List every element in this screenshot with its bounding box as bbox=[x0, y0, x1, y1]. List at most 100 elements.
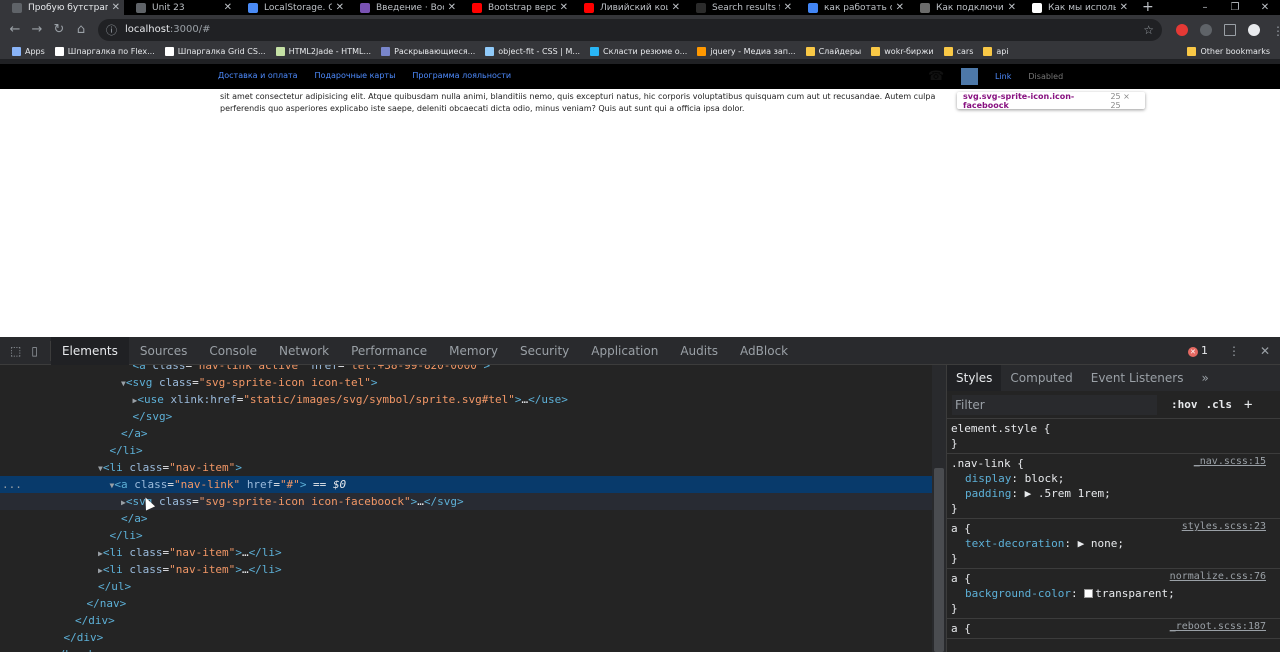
style-property[interactable]: padding: ▶ .5rem 1rem; bbox=[951, 486, 1276, 501]
new-tab-button[interactable]: + bbox=[1132, 0, 1164, 15]
bookmark-item[interactable]: api bbox=[983, 47, 1009, 56]
dom-node-line[interactable]: </nav> bbox=[0, 595, 932, 612]
browser-tab[interactable]: Ливийский кош ✕ bbox=[572, 0, 684, 15]
error-counter[interactable]: ✕ 1 bbox=[1187, 344, 1208, 357]
dom-node-line[interactable]: </div> bbox=[0, 612, 932, 629]
browser-tab[interactable]: Пробую бутстрап ✕ bbox=[0, 0, 124, 15]
style-rule[interactable]: element.style {} bbox=[947, 419, 1280, 454]
tab-close-icon[interactable]: ✕ bbox=[1120, 2, 1128, 13]
dom-node-line[interactable]: </li> bbox=[0, 527, 932, 544]
tab-close-icon[interactable]: ✕ bbox=[784, 2, 792, 13]
reload-icon[interactable]: ↻ bbox=[48, 19, 70, 41]
elements-scrollbar[interactable] bbox=[932, 365, 946, 652]
property-name[interactable]: padding bbox=[965, 487, 1011, 500]
bookmark-item[interactable]: jquery - Медиа зап... bbox=[697, 47, 796, 56]
home-icon[interactable]: ⌂ bbox=[70, 19, 92, 41]
bookmark-item[interactable]: object-fit - CSS | M... bbox=[485, 47, 580, 56]
devtools-tab-sources[interactable]: Sources bbox=[129, 337, 198, 365]
bookmark-item[interactable]: wokr-биржи bbox=[871, 47, 934, 56]
back-icon[interactable]: ← bbox=[4, 19, 26, 41]
tab-event-listeners[interactable]: Event Listeners bbox=[1082, 365, 1193, 391]
window-close-icon[interactable]: ✕ bbox=[1250, 0, 1280, 15]
devtools-tab-application[interactable]: Application bbox=[580, 337, 669, 365]
property-value[interactable]: ▶ none; bbox=[1078, 537, 1124, 550]
nav-link-gift-cards[interactable]: Подарочные карты bbox=[315, 71, 396, 80]
devtools-tab-console[interactable]: Console bbox=[198, 337, 268, 365]
bookmark-star-icon[interactable]: ☆ bbox=[1143, 23, 1154, 37]
bookmark-item[interactable]: Слайдеры bbox=[805, 47, 861, 56]
bookmark-item[interactable]: Apps bbox=[12, 47, 45, 56]
dom-node-line[interactable]: ▶<svg class="svg-sprite-icon icon-facebo… bbox=[0, 493, 932, 510]
browser-tab[interactable]: как работать с svg ✕ bbox=[796, 0, 908, 15]
dom-node-line[interactable]: </svg> bbox=[0, 408, 932, 425]
forward-icon[interactable]: → bbox=[26, 19, 48, 41]
address-bar[interactable]: ⓘ localhost:3000/# ☆ bbox=[98, 18, 1162, 41]
devtools-tab-network[interactable]: Network bbox=[268, 337, 340, 365]
phone-icon[interactable]: ☎ bbox=[928, 69, 944, 84]
info-icon[interactable]: ⓘ bbox=[106, 22, 117, 38]
hov-toggle[interactable]: :hov bbox=[1171, 398, 1198, 411]
extension-icon[interactable] bbox=[1200, 23, 1212, 36]
bookmark-item[interactable]: HTML2Jade - HTML... bbox=[275, 47, 371, 56]
devtools-tab-elements[interactable]: Elements bbox=[50, 336, 129, 365]
menu-icon[interactable]: ⋮ bbox=[1272, 24, 1280, 38]
dom-node-line[interactable]: </a> bbox=[0, 425, 932, 442]
style-rule[interactable]: a {styles.scss:23 text-decoration: ▶ none… bbox=[947, 519, 1280, 569]
devtools-tab-audits[interactable]: Audits bbox=[669, 337, 729, 365]
elements-tree[interactable]: <a class="nav-link active" href="tel:+38… bbox=[0, 365, 932, 652]
maximize-icon[interactable]: ❐ bbox=[1220, 0, 1250, 15]
more-tabs-icon[interactable]: » bbox=[1192, 365, 1217, 391]
bookmark-item[interactable]: Шпаргалка по Flex... bbox=[54, 47, 155, 56]
tab-close-icon[interactable]: ✕ bbox=[448, 2, 456, 13]
tab-close-icon[interactable]: ✕ bbox=[560, 2, 568, 13]
browser-tab[interactable]: Bootstrap верстка (✕ bbox=[460, 0, 572, 15]
tab-close-icon[interactable]: ✕ bbox=[112, 2, 120, 13]
devtools-close-icon[interactable]: ✕ bbox=[1260, 344, 1270, 358]
dom-node-line[interactable]: ▼<a class="nav-link" href="#"> == $0... bbox=[0, 476, 932, 493]
scrollbar-thumb[interactable] bbox=[934, 468, 944, 652]
tab-styles[interactable]: Styles bbox=[947, 365, 1002, 391]
dom-node-line[interactable]: </div> bbox=[0, 629, 932, 646]
property-value[interactable]: transparent; bbox=[1095, 587, 1174, 600]
profile-avatar[interactable] bbox=[1248, 23, 1260, 36]
tab-computed[interactable]: Computed bbox=[1001, 365, 1081, 391]
bookmark-item[interactable]: Раскрывающиеся... bbox=[381, 47, 475, 56]
cls-toggle[interactable]: .cls bbox=[1206, 398, 1233, 411]
dom-node-line[interactable]: ▶<li class="nav-item">…</li> bbox=[0, 561, 932, 578]
color-swatch[interactable] bbox=[1084, 589, 1094, 598]
style-rule[interactable]: a {_reboot.scss:187 bbox=[947, 619, 1280, 639]
tab-close-icon[interactable]: ✕ bbox=[672, 2, 680, 13]
devtools-tab-memory[interactable]: Memory bbox=[438, 337, 509, 365]
dom-node-line[interactable]: ▶<use xlink:href="static/images/svg/symb… bbox=[0, 391, 932, 408]
browser-tab[interactable]: Как мы используе ✕ bbox=[1020, 0, 1132, 15]
dom-node-line[interactable]: </a> bbox=[0, 510, 932, 527]
new-rule-icon[interactable]: + bbox=[1244, 397, 1252, 413]
bookmark-item[interactable]: cars bbox=[943, 47, 973, 56]
dom-node-line[interactable]: </header> bbox=[0, 646, 932, 652]
devtools-tab-adblock[interactable]: AdBlock bbox=[729, 337, 799, 365]
inspect-element-icon[interactable]: ⬚ bbox=[10, 344, 21, 358]
property-value[interactable]: ▶ .5rem 1rem; bbox=[1025, 487, 1111, 500]
rule-source-link[interactable]: _nav.scss:15 bbox=[1194, 456, 1266, 467]
dom-node-line[interactable]: ▶<li class="nav-item">…</li> bbox=[0, 544, 932, 561]
browser-tab[interactable]: Введение · Bootstra ✕ bbox=[348, 0, 460, 15]
dom-node-line[interactable]: </li> bbox=[0, 442, 932, 459]
tab-close-icon[interactable]: ✕ bbox=[336, 2, 344, 13]
devtools-tab-security[interactable]: Security bbox=[509, 337, 580, 365]
rule-source-link[interactable]: _reboot.scss:187 bbox=[1170, 621, 1266, 632]
other-bookmarks[interactable]: Other bookmarks bbox=[1187, 47, 1270, 56]
browser-tab[interactable]: LocalStorage. Сохра ✕ bbox=[236, 0, 348, 15]
facebook-icon[interactable] bbox=[961, 68, 978, 85]
bookmark-item[interactable]: Шпаргалка Grid CS... bbox=[164, 47, 266, 56]
style-rule[interactable]: .nav-link {_nav.scss:15 display: block; pa… bbox=[947, 454, 1280, 519]
browser-tab[interactable]: Unit 23 ✕ bbox=[124, 0, 236, 15]
opera-extension-icon[interactable] bbox=[1176, 23, 1188, 36]
dom-node-line[interactable]: ▼<li class="nav-item"> bbox=[0, 459, 932, 476]
nav-link-loyalty[interactable]: Программа лояльности bbox=[412, 71, 511, 80]
styles-filter-input[interactable]: Filter bbox=[952, 394, 1157, 415]
device-toolbar-icon[interactable]: ▯ bbox=[31, 344, 38, 358]
property-value[interactable]: block; bbox=[1025, 472, 1065, 485]
minimize-icon[interactable]: – bbox=[1190, 0, 1220, 15]
browser-tab[interactable]: Как подключить в ✕ bbox=[908, 0, 1020, 15]
style-property[interactable]: text-decoration: ▶ none; bbox=[951, 536, 1276, 551]
